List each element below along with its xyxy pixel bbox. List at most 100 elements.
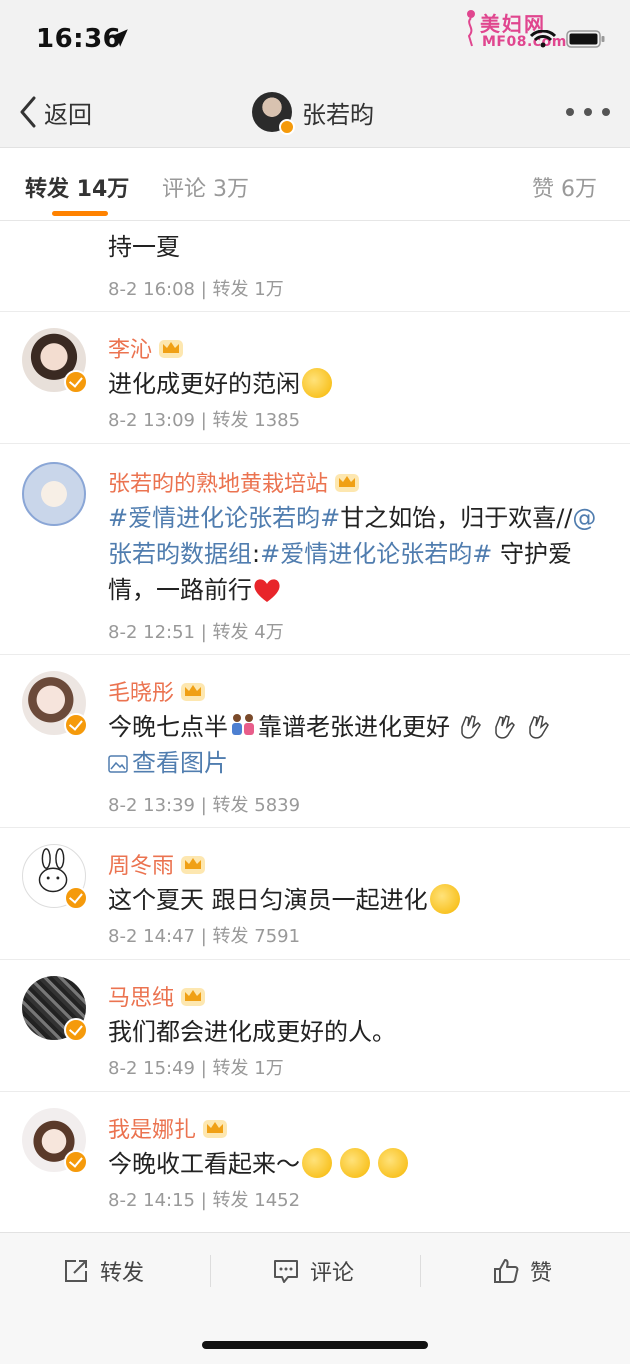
heart-icon xyxy=(254,579,280,602)
list-item[interactable]: 持一夏 8-2 16:08 | 转发 1万 xyxy=(0,221,630,312)
tab-active-indicator xyxy=(52,211,108,216)
more-icon xyxy=(566,108,574,116)
view-image-link[interactable]: 查看图片 xyxy=(108,749,228,777)
verified-badge-icon xyxy=(279,119,295,135)
repost-label: 转发 xyxy=(212,1058,249,1079)
username-text: 张若昀的熟地黄栽培站 xyxy=(108,472,329,497)
battery-icon xyxy=(566,30,605,48)
crown-icon xyxy=(335,474,360,492)
share-icon xyxy=(65,1260,87,1282)
like-button-label: 赞 xyxy=(530,1261,553,1286)
avatar[interactable] xyxy=(22,328,88,394)
avatar[interactable] xyxy=(22,976,88,1042)
wifi-icon xyxy=(530,30,556,48)
username[interactable]: 我是娜扎 xyxy=(108,1112,228,1144)
verified-badge-icon xyxy=(64,886,88,910)
comment-button[interactable]: 评论 xyxy=(272,1255,354,1287)
post-text-colon: : xyxy=(252,540,261,568)
comment-button-label: 评论 xyxy=(310,1261,355,1286)
avatar[interactable] xyxy=(22,844,88,910)
post-meta: 8-2 16:08 | 转发 1万 xyxy=(108,279,284,300)
drooling-emoji-icon xyxy=(302,1148,332,1178)
post-text-content: 这个夏天 跟日匀演员一起进化 xyxy=(108,886,428,914)
repost-button[interactable]: 转发 xyxy=(62,1255,144,1287)
post-meta: 8-2 14:15 | 转发 1452 xyxy=(108,1190,301,1211)
repost-count: 7591 xyxy=(254,926,301,947)
post-text: 持一夏 xyxy=(108,233,180,261)
list-item[interactable]: 我是娜扎 今晚收工看起来～ 8-2 14:15 | 转发 1452 xyxy=(0,1092,630,1232)
image-icon xyxy=(108,755,128,773)
avatar[interactable] xyxy=(22,671,88,737)
back-button[interactable]: 返回 xyxy=(18,92,92,132)
username[interactable]: 周冬雨 xyxy=(108,848,206,880)
list-item[interactable]: 周冬雨 这个夏天 跟日匀演员一起进化 8-2 14:47 | 转发 7591 xyxy=(0,828,630,960)
repost-label: 转发 xyxy=(212,622,249,643)
back-label: 返回 xyxy=(44,100,92,129)
avatar[interactable] xyxy=(252,92,295,135)
verified-badge-icon xyxy=(64,713,88,737)
repost-label: 转发 xyxy=(212,279,249,300)
username[interactable]: 毛晓彤 xyxy=(108,675,206,707)
crown-icon xyxy=(181,856,206,874)
list-item[interactable]: 马思纯 我们都会进化成更好的人。 8-2 15:49 | 转发 1万 xyxy=(0,960,630,1092)
tab-comment[interactable]: 评论 3万 xyxy=(162,171,249,203)
divider xyxy=(210,1255,211,1287)
repost-button-label: 转发 xyxy=(100,1261,145,1286)
username[interactable]: 李沁 xyxy=(108,332,184,364)
avatar[interactable] xyxy=(22,462,86,526)
avatar-image xyxy=(22,462,86,526)
repost-count: 5839 xyxy=(254,795,301,816)
page-title: 张若昀 xyxy=(302,100,374,129)
profile-header[interactable]: 张若昀 xyxy=(252,90,374,135)
repost-count: 1452 xyxy=(254,1190,301,1211)
comment-icon xyxy=(274,1260,298,1283)
username[interactable]: 张若昀的熟地黄栽培站 xyxy=(108,466,360,498)
repost-label: 转发 xyxy=(212,1190,249,1211)
verified-badge-icon xyxy=(64,370,88,394)
post-meta: 8-2 12:51 | 转发 4万 xyxy=(108,622,284,643)
drooling-emoji-icon xyxy=(340,1148,370,1178)
thumb-up-icon xyxy=(494,1259,519,1283)
more-button[interactable] xyxy=(566,108,610,118)
list-item[interactable]: 毛晓彤 今晚七点半 靠谱老张进化更好 查看图片 8-2 13:39 | 转发 58… xyxy=(0,655,630,828)
post-time: 8-2 12:51 xyxy=(108,622,195,643)
username-text: 马思纯 xyxy=(108,986,175,1011)
post-text: 我们都会进化成更好的人。 xyxy=(108,1018,396,1046)
repost-count: 4万 xyxy=(254,622,284,643)
avatar[interactable] xyxy=(22,1108,88,1174)
repost-count: 1万 xyxy=(254,279,284,300)
repost-count: 1385 xyxy=(254,410,301,431)
username-text: 李沁 xyxy=(108,338,153,363)
tab-bar: 转发 14万 评论 3万 赞 6万 xyxy=(0,149,630,221)
post-text: 今晚收工看起来～ xyxy=(108,1146,608,1182)
crown-icon xyxy=(203,1120,228,1138)
crown-icon xyxy=(159,340,184,358)
hashtag-link[interactable]: #爱情进化论张若昀# xyxy=(260,540,492,568)
post-meta: 8-2 14:47 | 转发 7591 xyxy=(108,926,301,947)
home-indicator[interactable] xyxy=(202,1341,428,1349)
more-icon-dot xyxy=(602,108,610,116)
list-item[interactable]: 张若昀的熟地黄栽培站 #爱情进化论张若昀#甘之如饴，归于欢喜//@张若昀数据组:… xyxy=(0,444,630,655)
hashtag-link[interactable]: #爱情进化论张若昀# xyxy=(108,504,340,532)
location-arrow-icon xyxy=(110,29,128,47)
username-text: 我是娜扎 xyxy=(108,1118,197,1143)
family-icon xyxy=(232,714,254,735)
tab-like[interactable]: 赞 6万 xyxy=(532,171,597,203)
repost-label: 转发 xyxy=(212,926,249,947)
post-text-content: 进化成更好的范闲 xyxy=(108,370,300,398)
list-item[interactable]: 李沁 进化成更好的范闲 8-2 13:09 | 转发 1385 xyxy=(0,312,630,444)
post-meta: 8-2 13:39 | 转发 5839 xyxy=(108,795,301,816)
status-bar: 16:36 美妇网 MF08.com xyxy=(0,0,630,76)
like-button[interactable]: 赞 xyxy=(492,1255,552,1287)
tab-repost[interactable]: 转发 14万 xyxy=(25,171,129,203)
repost-label: 转发 xyxy=(212,795,249,816)
post-time: 8-2 14:15 xyxy=(108,1190,195,1211)
bottom-toolbar: 转发 评论 赞 xyxy=(0,1232,630,1364)
post-text: 进化成更好的范闲 xyxy=(108,366,608,402)
drooling-emoji-icon xyxy=(378,1148,408,1178)
username-text: 毛晓彤 xyxy=(108,681,175,706)
crown-icon xyxy=(181,683,206,701)
post-time: 8-2 16:08 xyxy=(108,279,195,300)
view-image-label: 查看图片 xyxy=(132,749,228,777)
username[interactable]: 马思纯 xyxy=(108,980,206,1012)
